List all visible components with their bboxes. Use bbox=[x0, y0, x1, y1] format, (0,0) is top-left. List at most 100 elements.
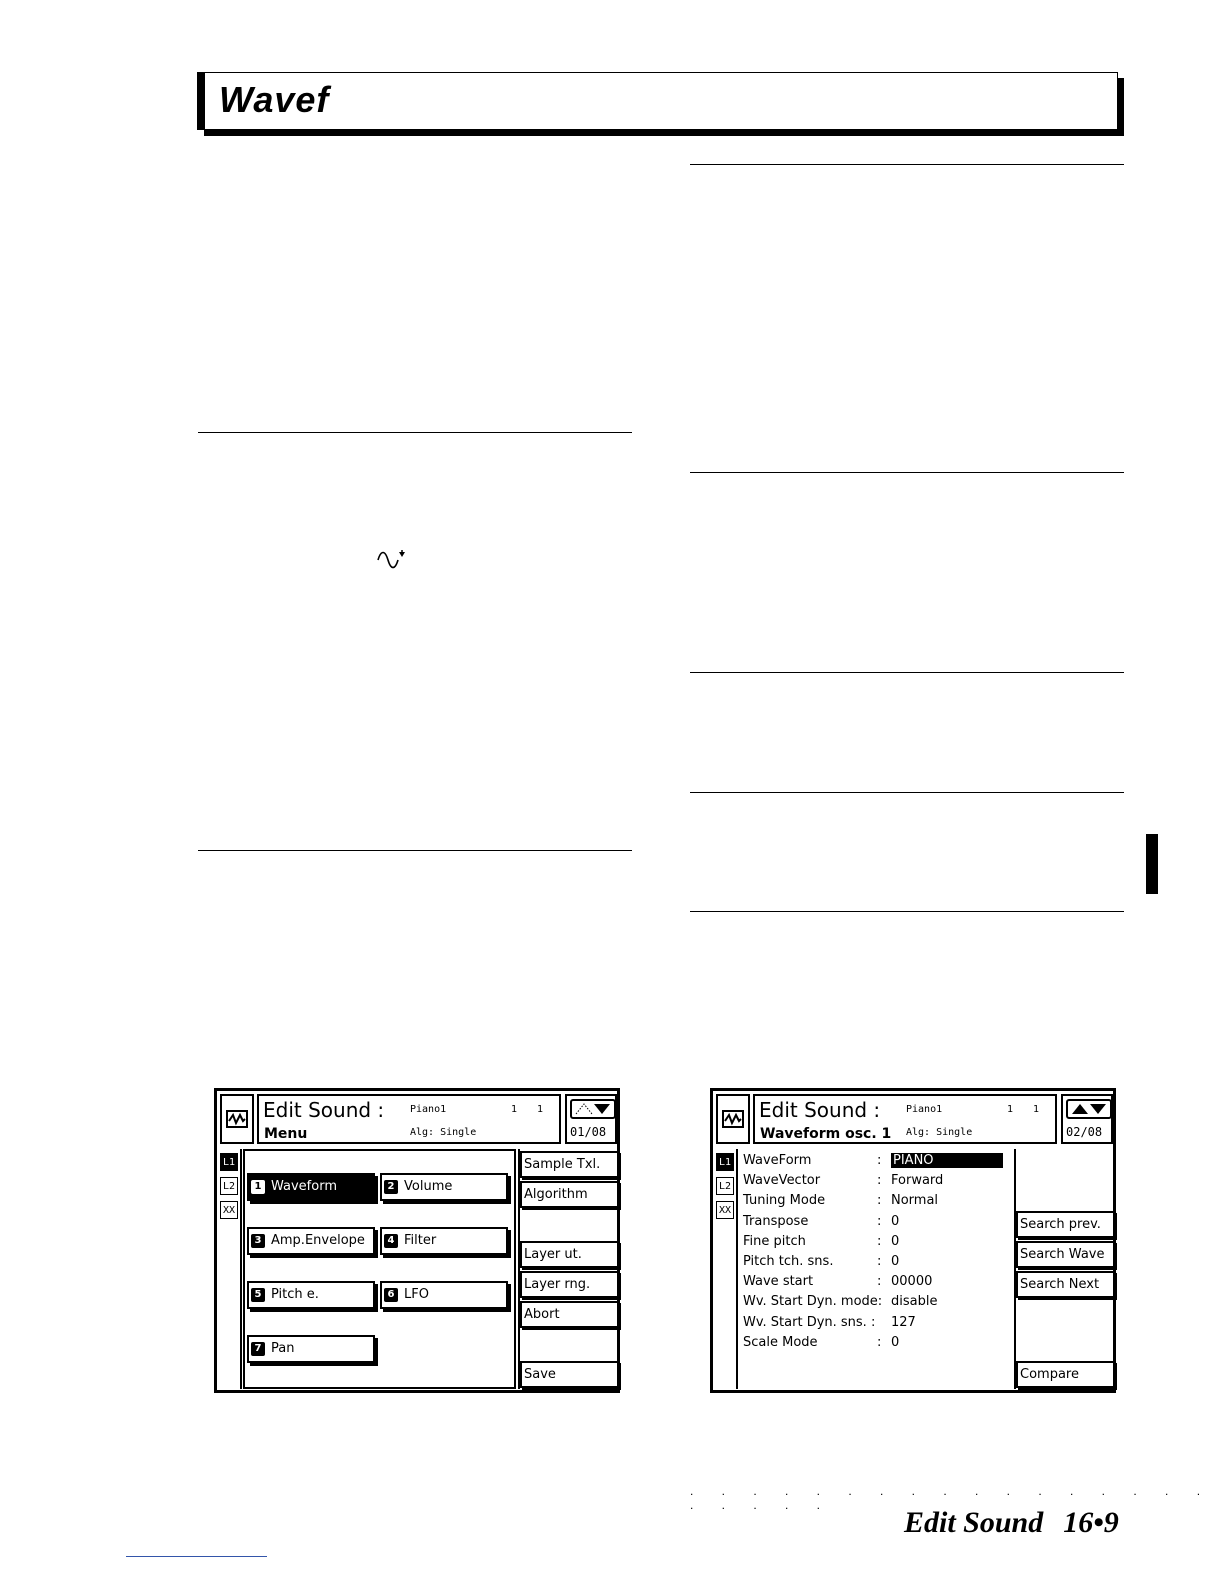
menu-number: 7 bbox=[251, 1341, 265, 1356]
menu-pan-button[interactable]: 7 Pan bbox=[247, 1335, 375, 1363]
menu-label: Amp.Envelope bbox=[271, 1233, 365, 1248]
param-name: Scale Mode bbox=[743, 1334, 818, 1350]
menu-label: Filter bbox=[404, 1233, 437, 1248]
sound-number: 1 bbox=[537, 1104, 544, 1115]
menu-label: LFO bbox=[404, 1287, 429, 1302]
footer-page-number: 16•9 bbox=[1063, 1506, 1119, 1539]
layer-tab-l1[interactable]: L1 bbox=[220, 1153, 238, 1171]
page-indicator: 02/08 bbox=[1066, 1125, 1103, 1139]
layer-rng-button[interactable]: Layer rng. bbox=[520, 1271, 619, 1298]
param-value[interactable]: 0 bbox=[891, 1234, 899, 1249]
layer-tab-l2[interactable]: L2 bbox=[716, 1177, 734, 1195]
menu-number: 2 bbox=[384, 1179, 398, 1194]
layer-tab-l2[interactable]: L2 bbox=[220, 1177, 238, 1195]
param-value[interactable]: 00000 bbox=[891, 1274, 932, 1289]
param-colon: : bbox=[877, 1334, 882, 1350]
lcd-screen-waveform: Edit Sound : Waveform osc. 1 Piano1 Alg:… bbox=[710, 1088, 1116, 1393]
menu-label: Pan bbox=[271, 1341, 295, 1356]
page-arrows[interactable] bbox=[1066, 1099, 1112, 1119]
lcd-screen-menu: Edit Sound : Menu Piano1 Alg: Single 1 1… bbox=[214, 1088, 620, 1393]
layer-ut-button[interactable]: Layer ut. bbox=[520, 1241, 619, 1268]
search-wave-button[interactable]: Search Wave bbox=[1016, 1241, 1115, 1268]
sound-name: Piano1 bbox=[906, 1104, 943, 1115]
algorithm-button[interactable]: Algorithm bbox=[520, 1181, 619, 1208]
sample-txl-button[interactable]: Sample Txl. bbox=[520, 1151, 619, 1178]
layer-tab-xx[interactable]: XX bbox=[220, 1201, 238, 1219]
sound-name: Piano1 bbox=[410, 1104, 447, 1115]
menu-filter-button[interactable]: 4 Filter bbox=[380, 1227, 508, 1255]
param-name: Wave start bbox=[743, 1274, 814, 1290]
param-value[interactable]: 0 bbox=[891, 1254, 899, 1269]
menu-number: 1 bbox=[251, 1179, 265, 1194]
menu-number: 4 bbox=[384, 1233, 398, 1248]
param-name: Pitch tch. sns. bbox=[743, 1253, 834, 1269]
param-value[interactable]: disable bbox=[891, 1294, 937, 1309]
screen-title: Edit Sound : bbox=[759, 1098, 881, 1122]
divider bbox=[690, 911, 1124, 912]
layer-tab-l1[interactable]: L1 bbox=[716, 1153, 734, 1171]
softkey-column: Search prev. Search Wave Search Next Com… bbox=[1014, 1149, 1115, 1389]
menu-number: 5 bbox=[251, 1287, 265, 1302]
screen-header: Edit Sound : Waveform osc. 1 Piano1 Alg:… bbox=[753, 1094, 1057, 1144]
param-colon: : bbox=[877, 1193, 882, 1209]
page-navigator[interactable]: 02/08 bbox=[1061, 1094, 1113, 1144]
page-arrows[interactable] bbox=[570, 1099, 616, 1119]
abort-button[interactable]: Abort bbox=[520, 1301, 619, 1328]
param-value[interactable]: 0 bbox=[891, 1335, 899, 1350]
search-prev-button[interactable]: Search prev. bbox=[1016, 1211, 1115, 1238]
chapter-tab-marker bbox=[1146, 834, 1158, 894]
save-button[interactable]: Save bbox=[520, 1361, 619, 1388]
param-colon: : bbox=[877, 1173, 882, 1189]
search-next-button[interactable]: Search Next bbox=[1016, 1271, 1115, 1298]
menu-volume-button[interactable]: 2 Volume bbox=[380, 1173, 508, 1201]
bank-number: 1 bbox=[511, 1104, 518, 1115]
algorithm-label: Alg: Single bbox=[906, 1127, 973, 1138]
param-name: WaveForm bbox=[743, 1153, 812, 1168]
menu-amp-envelope-button[interactable]: 3 Amp.Envelope bbox=[247, 1227, 375, 1255]
page-navigator[interactable]: 01/08 bbox=[565, 1094, 617, 1144]
param-value[interactable]: Forward bbox=[891, 1173, 943, 1188]
param-value[interactable]: PIANO bbox=[891, 1153, 1003, 1168]
param-name: Fine pitch bbox=[743, 1233, 806, 1249]
param-colon: : bbox=[877, 1274, 882, 1290]
param-colon: : bbox=[877, 1253, 882, 1269]
layer-tab-xx[interactable]: XX bbox=[716, 1201, 734, 1219]
edit-sound-icon[interactable] bbox=[220, 1094, 254, 1144]
page-indicator: 01/08 bbox=[570, 1125, 607, 1139]
param-value[interactable]: 127 bbox=[891, 1315, 916, 1330]
param-colon: : bbox=[877, 1213, 882, 1229]
edit-sound-icon[interactable] bbox=[716, 1094, 750, 1144]
param-name: Transpose bbox=[743, 1213, 809, 1229]
param-value[interactable]: 0 bbox=[891, 1214, 899, 1229]
divider bbox=[198, 850, 632, 851]
page-footer: Edit Sound 16•9 bbox=[904, 1506, 1119, 1540]
divider bbox=[198, 432, 632, 433]
footnote-rule bbox=[126, 1556, 267, 1557]
menu-lfo-button[interactable]: 6 LFO bbox=[380, 1281, 508, 1309]
menu-pitch-envelope-button[interactable]: 5 Pitch e. bbox=[247, 1281, 375, 1309]
bank-number: 1 bbox=[1007, 1104, 1014, 1115]
waveform-icon bbox=[377, 548, 407, 575]
divider bbox=[690, 472, 1124, 473]
param-name: Wv. Start Dyn. mode: bbox=[743, 1294, 883, 1310]
sound-number: 1 bbox=[1033, 1104, 1040, 1115]
title-accent-rule bbox=[197, 72, 205, 130]
screen-subtitle: Waveform osc. 1 bbox=[760, 1126, 892, 1142]
menu-label: Waveform bbox=[271, 1179, 337, 1194]
menu-label: Pitch e. bbox=[271, 1287, 319, 1302]
compare-button[interactable]: Compare bbox=[1016, 1361, 1115, 1388]
footer-section-name: Edit Sound bbox=[904, 1506, 1044, 1539]
softkey-column: Sample Txl. Algorithm Layer ut. Layer rn… bbox=[518, 1149, 619, 1389]
divider bbox=[690, 672, 1124, 673]
menu-area: 1 Waveform 2 Volume 3 Amp.Envelope 4 Filter … bbox=[243, 1149, 516, 1389]
layer-tabs: L1 L2 XX bbox=[220, 1149, 242, 1389]
menu-label: Volume bbox=[404, 1179, 453, 1194]
param-name: Tuning Mode bbox=[743, 1193, 826, 1209]
screen-subtitle: Menu bbox=[264, 1126, 308, 1142]
param-name: Wv. Start Dyn. sns. : bbox=[743, 1314, 876, 1330]
param-name: WaveVector bbox=[743, 1173, 821, 1189]
param-value[interactable]: Normal bbox=[891, 1193, 938, 1208]
divider bbox=[690, 164, 1124, 165]
menu-number: 3 bbox=[251, 1233, 265, 1248]
menu-waveform-button[interactable]: 1 Waveform bbox=[247, 1173, 375, 1201]
